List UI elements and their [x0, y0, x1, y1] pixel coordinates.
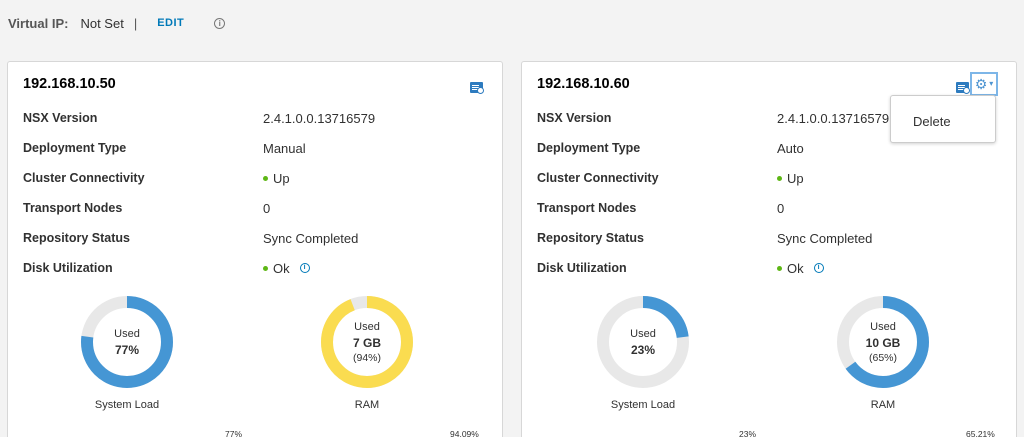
- ram-percent: (94%): [352, 351, 381, 364]
- row-label: Repository Status: [537, 231, 644, 245]
- node-card-1: 192.168.10.50 NSX Version 2.4.1.0.0.1371…: [7, 61, 503, 437]
- system-load-label: System Load: [94, 399, 160, 411]
- row-value: Up: [777, 171, 804, 186]
- system-load-donut: Used 77%: [79, 294, 175, 390]
- ram-bottom-value: 94.09%: [450, 429, 479, 437]
- row-value: 0: [263, 200, 271, 216]
- row-transport-nodes: Transport Nodes 0: [23, 200, 493, 216]
- row-value: Manual: [263, 140, 306, 156]
- node-ip: 192.168.10.50: [23, 76, 116, 92]
- ram-label: RAM: [354, 399, 380, 411]
- row-repository-status: Repository Status Sync Completed: [23, 230, 493, 246]
- row-value: 2.4.1.0.0.13716579: [777, 110, 890, 126]
- row-label: Deployment Type: [537, 141, 641, 155]
- node-ip: 192.168.10.60: [537, 76, 630, 92]
- row-label: Transport Nodes: [537, 201, 637, 215]
- virtual-ip-bar: Virtual IP: Not Set | EDIT i: [8, 15, 226, 31]
- gear-icon: ⚙: [974, 76, 988, 92]
- connectivity-status: Up: [273, 170, 290, 186]
- used-label: Used: [354, 320, 380, 333]
- row-deployment-type: Deployment Type Manual: [23, 140, 493, 156]
- used-label: Used: [630, 327, 656, 340]
- row-value: Up: [263, 171, 290, 186]
- row-label: Repository Status: [23, 231, 130, 245]
- used-label: Used: [870, 320, 896, 333]
- row-value: 2.4.1.0.0.13716579: [263, 110, 376, 126]
- info-icon[interactable]: i: [299, 263, 310, 273]
- system-load-value: 23%: [630, 342, 656, 357]
- chevron-down-icon: ▾: [989, 79, 994, 88]
- row-nsx-version: NSX Version 2.4.1.0.0.13716579: [23, 110, 493, 126]
- row-value: Auto: [777, 140, 804, 156]
- row-label: Deployment Type: [23, 141, 127, 155]
- row-disk-utilization: Disk Utilization Ok i: [23, 260, 493, 276]
- row-value: 0: [777, 200, 785, 216]
- disk-status: Ok: [273, 260, 290, 276]
- disk-status: Ok: [787, 260, 804, 276]
- status-dot-icon: [263, 175, 268, 181]
- ram-donut: Used 7 GB (94%): [319, 294, 415, 390]
- row-label: Disk Utilization: [23, 261, 113, 275]
- virtual-ip-label: Virtual IP:: [8, 15, 69, 31]
- row-repository-status: Repository Status Sync Completed: [537, 230, 1007, 246]
- status-dot-icon: [777, 175, 782, 181]
- row-cluster-connectivity: Cluster Connectivity Up: [23, 170, 493, 186]
- details-icon[interactable]: [470, 82, 484, 94]
- actions-dropdown-menu: Delete: [890, 95, 996, 143]
- used-label: Used: [114, 327, 140, 340]
- actions-menu-button[interactable]: ⚙ ▾: [970, 72, 998, 96]
- system-load-value: 77%: [114, 342, 140, 357]
- row-value: Ok i: [777, 261, 824, 276]
- system-load-bottom-value: 77%: [225, 429, 243, 437]
- row-value: Sync Completed: [777, 230, 873, 246]
- row-label: Disk Utilization: [537, 261, 627, 275]
- system-load-label: System Load: [610, 399, 676, 411]
- ram-donut: Used 10 GB (65%): [835, 294, 931, 390]
- row-value: Ok i: [263, 261, 310, 276]
- info-icon[interactable]: i: [813, 263, 824, 273]
- row-label: Transport Nodes: [23, 201, 123, 215]
- ram-bottom-value: 65.21%: [966, 429, 995, 437]
- ram-percent: (65%): [868, 351, 897, 364]
- row-label: NSX Version: [537, 111, 612, 125]
- ram-value: 7 GB: [352, 335, 381, 350]
- row-label: NSX Version: [23, 111, 98, 125]
- row-label: Cluster Connectivity: [23, 171, 145, 185]
- virtual-ip-value: Not Set: [80, 15, 124, 31]
- connectivity-status: Up: [787, 170, 804, 186]
- ram-label: RAM: [870, 399, 896, 411]
- row-cluster-connectivity: Cluster Connectivity Up: [537, 170, 1007, 186]
- details-icon[interactable]: [956, 82, 970, 94]
- row-value: Sync Completed: [263, 230, 359, 246]
- separator: |: [133, 15, 138, 31]
- status-dot-icon: [777, 265, 782, 271]
- row-label: Cluster Connectivity: [537, 171, 659, 185]
- status-dot-icon: [263, 265, 268, 271]
- system-load-donut: Used 23%: [595, 294, 691, 390]
- system-load-bottom-value: 23%: [739, 429, 757, 437]
- ram-value: 10 GB: [865, 335, 901, 350]
- row-disk-utilization: Disk Utilization Ok i: [537, 260, 1007, 276]
- delete-menu-item[interactable]: Delete: [913, 114, 951, 129]
- info-icon[interactable]: i: [214, 17, 226, 29]
- row-transport-nodes: Transport Nodes 0: [537, 200, 1007, 216]
- edit-virtual-ip-link[interactable]: EDIT: [157, 17, 184, 29]
